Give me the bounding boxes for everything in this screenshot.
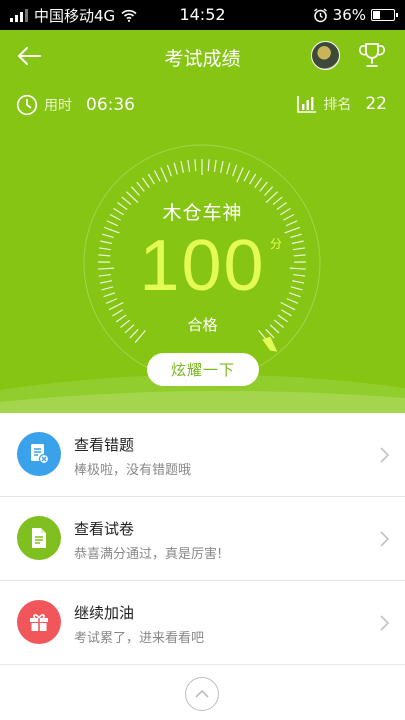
trophy-button[interactable] [356, 39, 388, 71]
pass-grade: 合格 [187, 316, 218, 334]
page-title: 考试成绩 [164, 48, 241, 70]
duration-label: 用时 [44, 98, 72, 114]
gauge-tick [166, 164, 172, 177]
carrier-label: 中国移动4G [34, 6, 116, 25]
trophy-icon [359, 43, 385, 67]
avatar[interactable] [311, 41, 340, 70]
stats-row: 用时 06:36 排名 22 [0, 94, 405, 124]
gauge-tick [264, 186, 274, 196]
status-bar: 中国移动4G 14:52 36% [0, 0, 405, 30]
scroll-up-button[interactable] [185, 677, 219, 711]
gauge-tick [207, 159, 210, 172]
signal-icon [10, 8, 28, 22]
list-item-title: 继续加油 [74, 604, 135, 622]
user-name: 木仓车神 [162, 202, 243, 224]
list-item-wrong-questions[interactable]: 查看错题 棒极啦，没有错题哦 [0, 413, 405, 497]
gauge-tick [259, 181, 268, 192]
clock-icon [16, 94, 38, 116]
list-item-title: 查看试卷 [74, 520, 135, 538]
list-item-keep-going[interactable]: 继续加油 考试累了，进来看看吧 [0, 581, 405, 665]
gift-icon [17, 600, 61, 644]
bottom-bar [0, 664, 405, 720]
battery-percent: 36% [332, 6, 366, 24]
list-item-subtitle: 考试累了，进来看看吧 [74, 631, 205, 646]
list-item-title: 查看错题 [74, 436, 135, 454]
rank-value: 22 [365, 94, 387, 114]
gauge-tick [153, 170, 161, 182]
gauge-tick [213, 159, 217, 172]
duration-stat: 用时 06:36 [16, 94, 135, 116]
rank-stat: 排名 22 [297, 94, 387, 114]
wrong-questions-icon [17, 432, 61, 476]
gauge-needle [262, 336, 278, 352]
list-item-subtitle: 恭喜满分通过，真是厉害! [74, 547, 223, 562]
gauge-tick [226, 162, 231, 175]
bar-chart-icon [297, 96, 317, 113]
gauge-tick [194, 159, 197, 172]
gauge-tick [160, 167, 168, 183]
battery-icon [371, 9, 398, 21]
gauge-tick [220, 161, 224, 174]
list-item-exam-paper[interactable]: 查看试卷 恭喜满分通过，真是厉害! [0, 497, 405, 581]
wifi-icon [121, 9, 137, 22]
paper-icon [17, 516, 61, 560]
back-button[interactable] [12, 40, 46, 72]
action-list: 查看错题 棒极啦，没有错题哦 查看试卷 恭喜满分通过，真是厉害! 继续加油 考试… [0, 413, 405, 665]
gauge-tick [141, 177, 150, 188]
gauge-tick [254, 177, 263, 188]
gauge-tick [173, 162, 178, 175]
back-arrow-icon [18, 47, 41, 65]
gauge-tick [180, 161, 184, 174]
gauge-tick [187, 159, 191, 172]
chevron-right-icon [380, 531, 390, 547]
gauge-tick [232, 164, 238, 177]
score-panel: 考试成绩 用时 06:36 排名 22 木仓车神 100 分 合格 炫耀一下 [0, 30, 405, 413]
gauge-tick [136, 181, 145, 192]
chevron-right-icon [380, 615, 390, 631]
score-value: 100 [139, 226, 266, 306]
chevron-up-icon [195, 689, 209, 698]
gauge-tick [236, 167, 244, 183]
gauge-tick [147, 173, 155, 185]
share-button[interactable]: 炫耀一下 [147, 353, 259, 386]
alarm-icon [313, 7, 327, 22]
gauge-tick [249, 173, 257, 185]
score-unit: 分 [270, 237, 283, 251]
list-item-subtitle: 棒极啦，没有错题哦 [74, 463, 192, 478]
gauge-tick [130, 186, 140, 196]
duration-value: 06:36 [86, 95, 135, 115]
gauge-tick [243, 170, 251, 182]
nav-bar: 考试成绩 [0, 30, 405, 82]
rank-label: 排名 [323, 97, 352, 113]
chevron-right-icon [380, 447, 390, 463]
